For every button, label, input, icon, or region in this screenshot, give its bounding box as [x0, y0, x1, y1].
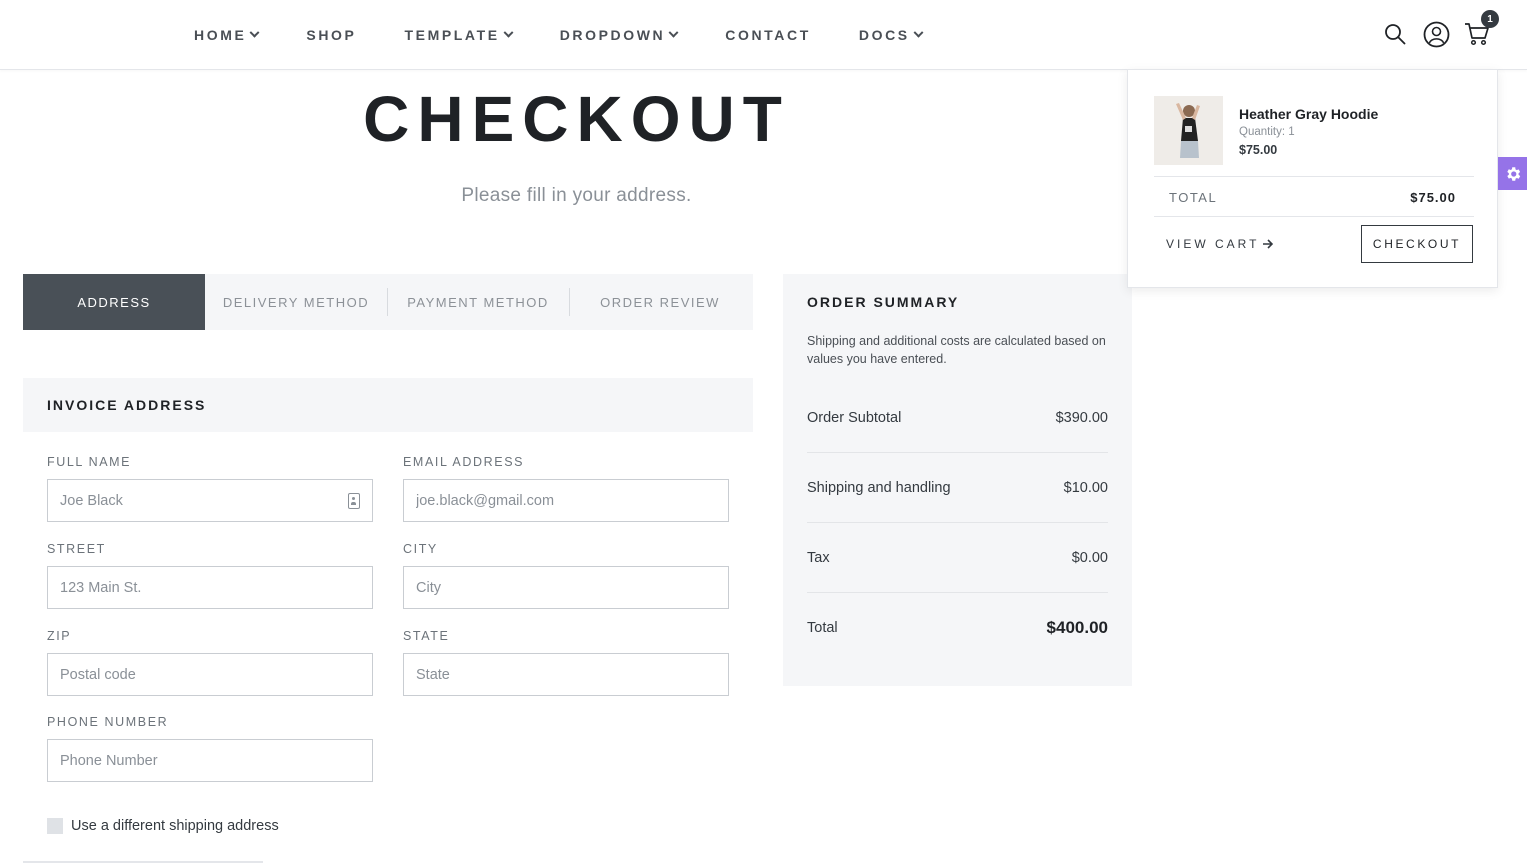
email-label: EMAIL ADDRESS — [403, 455, 525, 469]
cart-item-price: $75.00 — [1239, 143, 1278, 157]
arrow-right-icon — [1263, 239, 1274, 249]
order-summary: ORDER SUMMARY Shipping and additional co… — [783, 274, 1132, 686]
chevron-down-icon — [503, 27, 514, 38]
different-shipping-checkbox[interactable] — [47, 818, 63, 834]
summary-row-label: Order Subtotal — [807, 409, 902, 426]
nav-item-label: CONTACT — [725, 27, 811, 43]
zip-label: ZIP — [47, 629, 72, 643]
contact-card-icon[interactable] — [348, 492, 360, 509]
summary-row-value: $0.00 — [1071, 549, 1108, 566]
different-shipping-row[interactable]: Use a different shipping address — [47, 818, 279, 834]
nav-item-template[interactable]: TEMPLATE — [404, 27, 514, 43]
settings-toggle[interactable] — [1498, 157, 1527, 190]
phone-input[interactable] — [60, 752, 360, 769]
cart-count-badge: 1 — [1481, 10, 1499, 28]
nav-item-shop[interactable]: SHOP — [306, 27, 356, 43]
email-input[interactable] — [416, 492, 716, 509]
product-image — [1154, 96, 1223, 165]
state-field[interactable] — [403, 653, 729, 696]
step-payment-method[interactable]: PAYMENT METHOD — [387, 274, 569, 330]
nav-item-label: HOME — [194, 27, 247, 43]
summary-row-value: $10.00 — [1063, 479, 1108, 496]
street-label: STREET — [47, 542, 106, 556]
summary-row-tax: Tax $0.00 — [807, 523, 1108, 593]
summary-row-label: Tax — [807, 549, 830, 566]
email-field[interactable] — [403, 479, 729, 522]
nav-item-dropdown[interactable]: DROPDOWN — [559, 27, 679, 43]
city-field[interactable] — [403, 566, 729, 609]
search-icon — [1385, 24, 1406, 45]
zip-field[interactable] — [47, 653, 373, 696]
full-name-input[interactable] — [60, 492, 348, 509]
summary-row-shipping: Shipping and handling $10.00 — [807, 453, 1108, 523]
full-name-field[interactable] — [47, 479, 373, 522]
nav-item-label: DROPDOWN — [559, 27, 666, 43]
chevron-down-icon — [668, 27, 679, 38]
step-order-review[interactable]: ORDER REVIEW — [569, 274, 751, 330]
gear-icon — [1506, 166, 1520, 181]
divider — [1154, 176, 1474, 177]
nav-item-label: DOCS — [858, 27, 910, 43]
state-input[interactable] — [416, 666, 716, 683]
mini-cart-checkout-button[interactable]: CHECKOUT — [1361, 225, 1473, 263]
cart-item-name[interactable]: Heather Gray Hoodie — [1239, 106, 1378, 122]
page-title: CHECKOUT — [363, 83, 790, 155]
nav-item-label: TEMPLATE — [404, 27, 500, 43]
product-thumbnail[interactable] — [1154, 96, 1223, 165]
phone-field[interactable] — [47, 739, 373, 782]
order-summary-note: Shipping and additional costs are calcul… — [807, 334, 1106, 366]
view-cart-label: VIEW CART — [1166, 237, 1260, 251]
summary-row-subtotal: Order Subtotal $390.00 — [807, 383, 1108, 453]
summary-row-label: Total — [807, 620, 838, 636]
cart-item-quantity: Quantity: 1 — [1239, 126, 1295, 138]
step-address[interactable]: ADDRESS — [23, 274, 205, 330]
navbar: HOME SHOP TEMPLATE DROPDOWN CONTACT DOCS… — [0, 0, 1527, 70]
nav-item-docs[interactable]: DOCS — [858, 27, 924, 43]
nav-item-label: SHOP — [306, 27, 357, 43]
cart-button[interactable]: 1 — [1463, 10, 1499, 48]
nav-actions: 1 — [1381, 10, 1499, 54]
chevron-down-icon — [249, 27, 260, 38]
checkout-steps: ADDRESS DELIVERY METHOD PAYMENT METHOD O… — [23, 274, 753, 330]
summary-total-value: $400.00 — [1046, 618, 1108, 637]
street-field[interactable] — [47, 566, 373, 609]
cart-total-value: $75.00 — [1410, 190, 1456, 205]
summary-row-value: $390.00 — [1055, 409, 1108, 426]
order-summary-title: ORDER SUMMARY — [807, 294, 960, 310]
nav-item-home[interactable]: HOME — [194, 27, 260, 43]
full-name-label: FULL NAME — [47, 455, 132, 469]
view-cart-link[interactable]: VIEW CART — [1166, 237, 1274, 251]
state-label: STATE — [403, 629, 450, 643]
street-input[interactable] — [60, 579, 360, 596]
divider — [1154, 216, 1474, 217]
mini-cart-dropdown: Heather Gray Hoodie Quantity: 1 $75.00 T… — [1127, 69, 1498, 288]
different-shipping-label[interactable]: Use a different shipping address — [71, 818, 279, 834]
page-subtitle: Please fill in your address. — [461, 185, 692, 206]
city-input[interactable] — [416, 579, 716, 596]
invoice-address-heading: INVOICE ADDRESS — [23, 378, 753, 432]
search-button[interactable] — [1381, 20, 1409, 48]
user-icon — [1423, 21, 1449, 47]
nav-item-contact[interactable]: CONTACT — [725, 27, 811, 43]
step-delivery-method[interactable]: DELIVERY METHOD — [205, 274, 387, 330]
summary-row-label: Shipping and handling — [807, 479, 951, 496]
chevron-down-icon — [913, 27, 924, 38]
city-label: CITY — [403, 542, 438, 556]
cart-total-label: TOTAL — [1169, 190, 1218, 205]
summary-row-total: Total $400.00 — [807, 593, 1108, 663]
account-button[interactable] — [1422, 20, 1450, 48]
main-nav: HOME SHOP TEMPLATE DROPDOWN CONTACT DOCS — [194, 0, 924, 70]
zip-input[interactable] — [60, 666, 360, 683]
phone-label: PHONE NUMBER — [47, 715, 169, 729]
